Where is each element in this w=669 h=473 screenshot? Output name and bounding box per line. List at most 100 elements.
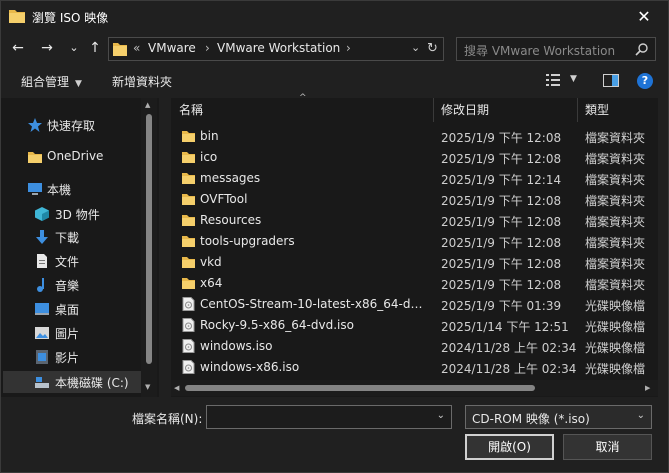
sidebar-item-onedrive[interactable]: OneDrive [1, 146, 155, 168]
navigation-scrollbar[interactable]: ▲ ▼ [141, 98, 157, 397]
sidebar-item-downloads[interactable]: 下載 [1, 226, 155, 248]
sidebar-item-label: 音樂 [55, 279, 80, 293]
sidebar-item-3d-objects[interactable]: 3D 物件 [1, 203, 155, 225]
file-name: ico [200, 150, 218, 164]
table-row[interactable]: windows.iso 2024/11/28 上午 02:34 光碟映像檔 [171, 336, 658, 357]
address-dropdown-icon[interactable]: ⌄ [411, 41, 420, 54]
folder-icon [182, 215, 195, 226]
file-date: 2025/1/9 下午 12:08 [441, 257, 562, 271]
table-row[interactable]: messages 2025/1/9 下午 12:14 檔案資料夾 [171, 168, 658, 189]
column-header-date[interactable]: 修改日期 [441, 98, 489, 122]
chevron-down-icon[interactable]: ▼ [570, 74, 577, 84]
window-title: 瀏覽 ISO 映像 [32, 11, 109, 25]
column-divider[interactable] [577, 98, 578, 122]
disc-image-icon [182, 360, 195, 374]
table-row[interactable]: x64 2025/1/9 下午 12:08 檔案資料夾 [171, 273, 658, 294]
disc-image-icon [182, 297, 195, 311]
file-date: 2025/1/9 下午 12:08 [441, 131, 562, 145]
cancel-button[interactable]: 取消 [563, 434, 652, 460]
chevron-down-icon: ⌄ [636, 410, 645, 421]
file-name: windows-x86.iso [200, 360, 300, 374]
sidebar-item-label: 桌面 [55, 303, 80, 317]
file-date: 2025/1/9 下午 12:08 [441, 215, 562, 229]
column-header-name[interactable]: 名稱 [179, 98, 203, 122]
sidebar-item-desktop[interactable]: 桌面 [1, 298, 155, 320]
file-date: 2025/1/9 下午 12:08 [441, 194, 562, 208]
breadcrumb-separator-icon: › [205, 41, 210, 55]
file-type-value: CD-ROM 映像 (*.iso) [472, 412, 590, 426]
file-name: bin [200, 129, 219, 143]
search-icon [635, 43, 648, 56]
column-divider[interactable] [433, 98, 434, 122]
document-icon [37, 254, 47, 268]
file-name: Rocky-9.5-x86_64-dvd.iso [200, 318, 354, 332]
overflow-chevron-icon[interactable]: « [133, 41, 140, 55]
video-icon [36, 350, 48, 364]
table-row[interactable]: tools-upgraders 2025/1/9 下午 12:08 檔案資料夾 [171, 231, 658, 252]
address-bar[interactable]: « VMware › VMware Workstation › ⌄ ↻ [108, 37, 444, 61]
table-row[interactable]: Resources 2025/1/9 下午 12:08 檔案資料夾 [171, 210, 658, 231]
filename-field[interactable]: ⌄ [206, 405, 452, 429]
scrollbar-thumb[interactable] [185, 385, 535, 391]
recent-locations-icon[interactable]: ⌄ [65, 39, 83, 57]
table-row[interactable]: ico 2025/1/9 下午 12:08 檔案資料夾 [171, 147, 658, 168]
file-type: 檔案資料夾 [585, 215, 646, 229]
scroll-right-icon[interactable]: ▶ [645, 384, 650, 392]
organize-menu[interactable]: 組合管理 ▼ [21, 73, 82, 90]
breadcrumb-vmware-workstation[interactable]: VMware Workstation [217, 41, 340, 55]
column-header-type[interactable]: 類型 [585, 98, 609, 122]
sidebar-item-this-pc[interactable]: 本機 [1, 178, 155, 200]
scrollbar-thumb[interactable] [146, 114, 152, 364]
forward-icon[interactable]: → [38, 39, 56, 57]
sidebar-item-documents[interactable]: 文件 [1, 250, 155, 272]
file-name: OVFTool [200, 192, 248, 206]
search-box[interactable]: 搜尋 VMware Workstation [456, 37, 656, 61]
scroll-down-icon[interactable]: ▼ [145, 383, 150, 391]
file-type: 檔案資料夾 [585, 236, 646, 250]
file-type: 光碟映像檔 [585, 299, 646, 313]
back-icon[interactable]: ← [9, 39, 27, 57]
picture-icon [35, 327, 49, 339]
open-button[interactable]: 開啟(O) [465, 434, 554, 460]
chevron-down-icon[interactable]: ⌄ [437, 410, 445, 421]
sidebar-item-music[interactable]: 音樂 [1, 274, 155, 296]
sidebar-item-label: 本機 [47, 183, 72, 197]
table-row[interactable]: Rocky-9.5-x86_64-dvd.iso 2025/1/14 下午 12:… [171, 315, 658, 336]
file-date: 2025/1/9 下午 12:14 [441, 173, 562, 187]
search-input[interactable]: 搜尋 VMware Workstation [464, 42, 615, 59]
file-type: 檔案資料夾 [585, 152, 646, 166]
table-row[interactable]: windows-x86.iso 2024/11/28 上午 02:34 光碟映像檔 [171, 357, 658, 378]
folder-icon [113, 43, 127, 56]
file-name: vkd [200, 255, 222, 269]
refresh-icon[interactable]: ↻ [427, 41, 438, 56]
scroll-up-icon[interactable]: ▲ [145, 101, 150, 109]
file-name: messages [200, 171, 261, 185]
breadcrumb-vmware[interactable]: VMware [148, 41, 196, 55]
file-name: x64 [200, 276, 223, 290]
table-row[interactable]: OVFTool 2025/1/9 下午 12:08 檔案資料夾 [171, 189, 658, 210]
sidebar-item-label: 快速存取 [47, 119, 96, 133]
table-row[interactable]: CentOS-Stream-10-latest-x86_64-dvd1.iso 2… [171, 294, 658, 315]
folder-icon [182, 257, 195, 268]
sidebar-item-quick-access[interactable]: 快速存取 [1, 114, 155, 136]
table-row[interactable]: vkd 2025/1/9 下午 12:08 檔案資料夾 [171, 252, 658, 273]
file-name: CentOS-Stream-10-latest-x86_64-dvd1.iso [200, 297, 428, 311]
file-type: 光碟映像檔 [585, 362, 646, 376]
sidebar-item-pictures[interactable]: 圖片 [1, 322, 155, 344]
file-type-filter[interactable]: CD-ROM 映像 (*.iso) ⌄ [465, 405, 652, 429]
file-date: 2024/11/28 上午 02:34 [441, 341, 577, 355]
sidebar-item-videos[interactable]: 影片 [1, 346, 155, 368]
computer-icon [28, 183, 42, 195]
new-folder-button[interactable]: 新增資料夾 [112, 73, 172, 90]
scroll-left-icon[interactable]: ◀ [174, 384, 179, 392]
view-options-icon[interactable] [546, 74, 560, 86]
preview-pane-icon[interactable] [603, 74, 619, 87]
close-icon[interactable]: ✕ [634, 7, 654, 27]
help-icon[interactable]: ? [637, 73, 653, 89]
up-folder-icon[interactable]: ↑ [86, 39, 104, 57]
file-date: 2025/1/9 下午 12:08 [441, 236, 562, 250]
navigation-pane: 快速存取 OneDrive 本機 3D 物件 下載 文件 音樂 桌面 圖片 影片… [1, 98, 159, 397]
sidebar-item-local-disk-c[interactable]: 本機磁碟 (C:) [3, 371, 157, 393]
table-row[interactable]: bin 2025/1/9 下午 12:08 檔案資料夾 [171, 126, 658, 147]
horizontal-scrollbar[interactable]: ◀ ▶ [171, 380, 658, 396]
